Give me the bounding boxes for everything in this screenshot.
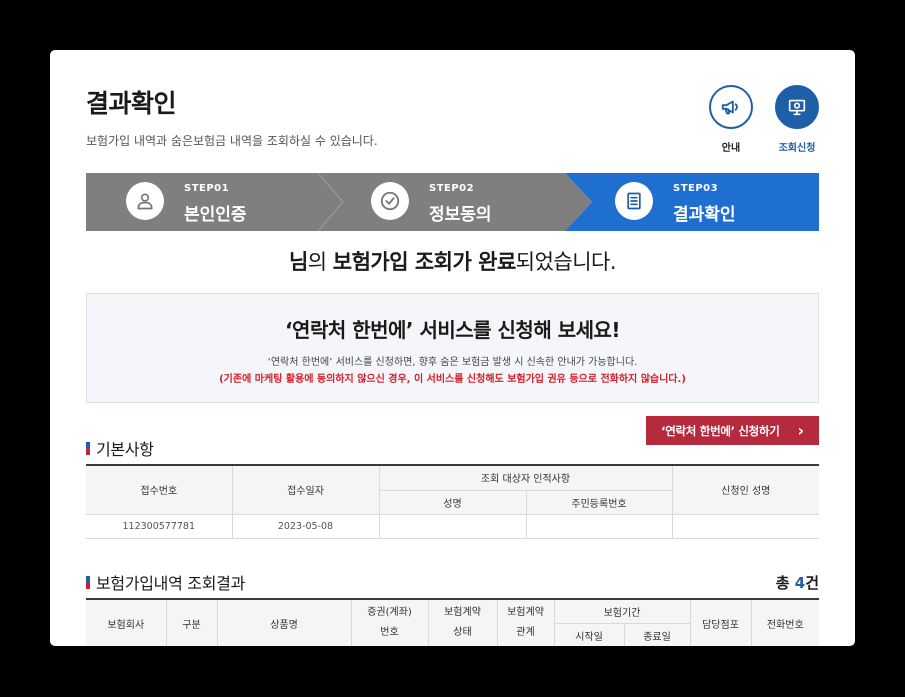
guide-circle	[709, 85, 753, 129]
col-name: 성명	[379, 490, 527, 515]
result-part2: 되었습니다.	[515, 250, 617, 274]
cell-receipt-date: 2023-05-08	[231, 513, 380, 539]
request-label: 조회신청	[778, 143, 816, 154]
policy-no-line1: 증권(계좌)	[367, 607, 412, 619]
col-branch: 담당점포	[689, 599, 752, 646]
step-2-name: 정보동의	[429, 205, 492, 225]
basic-info-heading: 기본사항	[86, 436, 154, 460]
total-number: 4	[794, 574, 806, 592]
relation-line2: 관계	[516, 627, 535, 639]
guide-label: 안내	[721, 143, 741, 154]
step-2-icon-wrap	[371, 182, 409, 220]
results-table: 보험회사 구분 상품명 증권(계좌) 번호 보험계약 상태 보험계약 관계 보험기간 …	[86, 598, 819, 646]
step-3-icon-wrap	[615, 182, 653, 220]
step-3-name: 결과확인	[673, 205, 736, 225]
col-receipt-date: 접수일자	[231, 465, 380, 515]
col-status: 보험계약상태	[427, 599, 498, 646]
col-relation: 보험계약관계	[496, 599, 555, 646]
content-area: 결과확인 보험가입 내역과 숨은보험금 내역을 조회하실 수 있습니다. 안내	[86, 50, 822, 646]
result-bold: 보험가입 조회가 완료	[332, 250, 517, 274]
col-company: 보험회사	[86, 599, 167, 646]
step-indicator: STEP01 본인인증 STEP02 정보동의 STEP03 결과확인	[86, 173, 819, 231]
page-title: 결과확인	[86, 89, 177, 118]
megaphone-icon	[721, 100, 738, 115]
col-product: 상품명	[216, 599, 352, 646]
basic-info-title: 기본사항	[96, 440, 154, 459]
col-resident-no: 주민등록번호	[525, 490, 673, 515]
result-name-suffix: 님	[288, 250, 308, 274]
col-receipt-no: 접수번호	[86, 465, 233, 515]
step-1-icon-wrap	[126, 182, 164, 220]
cell-applicant-name	[671, 513, 820, 539]
chevron-right-icon: ›	[797, 420, 805, 440]
total-prefix: 총	[775, 574, 795, 592]
table-row: 112300577781 2023-05-08	[86, 513, 820, 539]
col-target-group: 조회 대상자 인적사항	[378, 465, 673, 491]
step-1: STEP01 본인인증	[86, 173, 331, 231]
section-marker	[86, 575, 90, 589]
result-message: 님의 보험가입 조회가 완료되었습니다.	[86, 246, 819, 276]
promo-box: ‘연락처 한번에’ 서비스를 신청해 보세요! ‘연락처 한번에’ 서비스를 신…	[86, 293, 819, 403]
step-2: STEP02 정보동의	[331, 173, 575, 231]
step-3-num: STEP03	[673, 183, 719, 194]
col-phone: 전화번호	[750, 599, 819, 646]
col-policy-no: 증권(계좌) 번호	[350, 599, 429, 646]
promo-description: ‘연락처 한번에’ 서비스를 신청하면, 향후 숨은 보험금 발생 시 신속한 …	[267, 357, 638, 368]
total-count: 총 4건	[776, 572, 819, 593]
apply-button-label: ‘연락처 한번에’ 신청하기	[661, 423, 780, 438]
col-start-date: 시작일	[554, 623, 625, 646]
user-icon	[137, 193, 153, 210]
step-1-name: 본인인증	[184, 205, 247, 225]
step-2-num: STEP02	[429, 183, 475, 194]
document-icon	[627, 192, 641, 210]
cell-name	[378, 513, 527, 539]
page-subtitle: 보험가입 내역과 숨은보험금 내역을 조회하실 수 있습니다.	[86, 134, 378, 148]
request-button[interactable]: 조회신청	[772, 85, 822, 154]
result-panel: 결과확인 보험가입 내역과 숨은보험금 내역을 조회하실 수 있습니다. 안내	[50, 50, 855, 646]
basic-info-table: 접수번호 접수일자 조회 대상자 인적사항 신청인 성명 성명 주민등록번호 1…	[86, 464, 820, 539]
col-end-date: 종료일	[623, 623, 690, 646]
policy-no-line2: 번호	[380, 627, 399, 639]
status-line1: 보험계약	[444, 607, 481, 619]
cell-resident-no	[525, 513, 673, 539]
col-category: 구분	[165, 599, 218, 646]
guide-button[interactable]: 안내	[706, 85, 756, 154]
promo-notice: (기존에 마케팅 활용에 동의하지 않으신 경우, 이 서비스를 신청해도 보험…	[219, 374, 686, 385]
status-line2: 상태	[453, 627, 472, 639]
results-heading: 보험가입내역 조회결과	[86, 570, 245, 594]
promo-title: ‘연락처 한번에’ 서비스를 신청해 보세요!	[284, 318, 621, 342]
result-part1: 의	[307, 250, 333, 274]
col-period: 보험기간	[553, 599, 691, 624]
relation-line1: 보험계약	[507, 607, 544, 619]
request-circle	[775, 85, 819, 129]
check-circle-icon	[380, 191, 400, 211]
section-marker	[86, 441, 90, 455]
col-applicant-name: 신청인 성명	[671, 465, 820, 515]
monitor-icon	[788, 99, 806, 116]
results-title: 보험가입내역 조회결과	[96, 574, 245, 593]
step-1-num: STEP01	[184, 183, 230, 194]
cell-receipt-no: 112300577781	[86, 513, 233, 539]
step-3: STEP03 결과확인	[575, 173, 819, 231]
total-suffix: 건	[805, 574, 819, 592]
apply-contact-button[interactable]: ‘연락처 한번에’ 신청하기 ›	[646, 416, 819, 445]
